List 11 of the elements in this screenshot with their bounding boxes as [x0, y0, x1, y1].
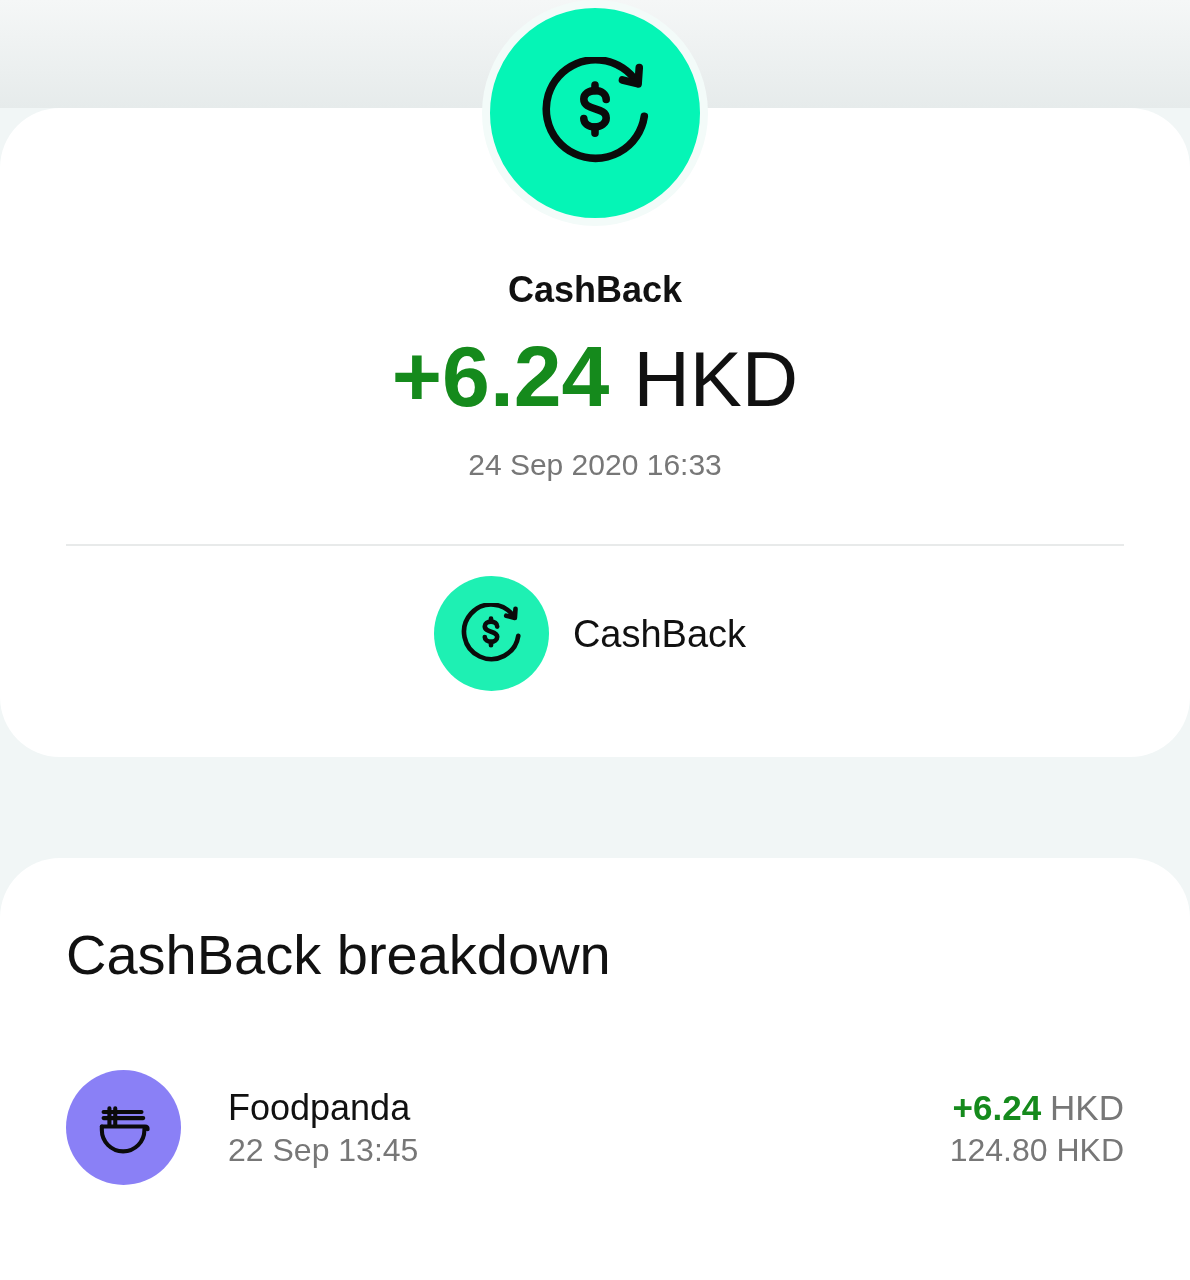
breakdown-title: CashBack breakdown	[66, 922, 611, 988]
category-label: CashBack	[572, 611, 747, 657]
cashback-amount: +6.24	[952, 1086, 1042, 1129]
currency-label: HKD	[1050, 1086, 1124, 1129]
currency-label: HKD	[633, 334, 799, 425]
transaction-title: CashBack	[507, 268, 683, 312]
transaction-date: 24 Sep 2020 16:33	[468, 447, 722, 483]
merchant-date: 22 Sep 13:45	[228, 1130, 419, 1170]
merchant-name: Foodpanda	[228, 1085, 411, 1130]
amount-value: +6.24	[391, 328, 610, 424]
spent-amount: 124.80 HKD	[949, 1130, 1124, 1170]
